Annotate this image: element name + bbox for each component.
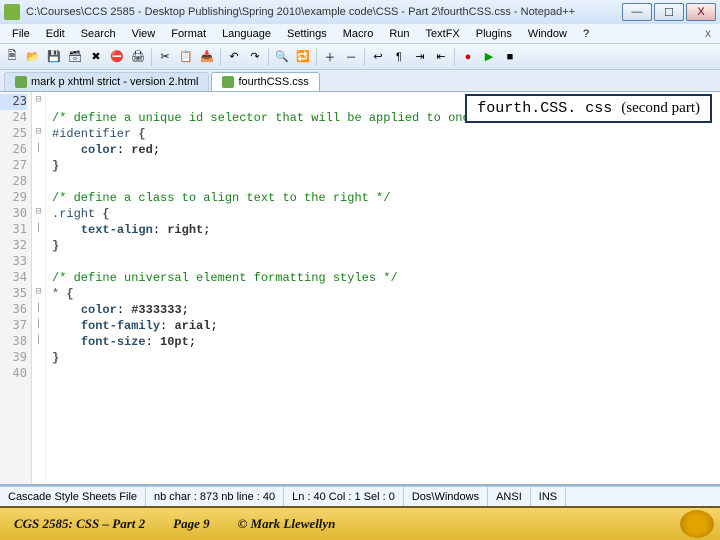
menu-help[interactable]: ? [575, 26, 597, 42]
file-icon [15, 76, 27, 88]
wrap-icon[interactable]: ↩ [368, 47, 388, 67]
saveall-icon[interactable]: 🗃 [65, 47, 85, 67]
paste-icon[interactable]: 📥 [197, 47, 217, 67]
save-icon[interactable]: 💾 [44, 47, 64, 67]
status-language: Cascade Style Sheets File [0, 487, 146, 506]
redo-icon[interactable]: ↷ [245, 47, 265, 67]
app-icon [4, 4, 20, 20]
menu-file[interactable]: File [4, 26, 38, 42]
macro-stop-icon[interactable]: ■ [500, 47, 520, 67]
code-area[interactable]: /* define a unique id selector that will… [46, 92, 699, 484]
menu-search[interactable]: Search [73, 26, 124, 42]
menu-bar: File Edit Search View Format Language Se… [0, 24, 720, 44]
outdent-icon[interactable]: ⇤ [431, 47, 451, 67]
toolbar: 🗎 📂 💾 🗃 ✖ ⛔ 🖨 ✂ 📋 📥 ↶ ↷ 🔍 🔁 ＋ － ↩ ¶ ⇥ ⇤ … [0, 44, 720, 70]
file-icon [222, 76, 234, 88]
indent-icon[interactable]: ⇥ [410, 47, 430, 67]
minimize-button[interactable]: — [622, 3, 652, 21]
ucf-logo-icon [680, 510, 714, 538]
cut-icon[interactable]: ✂ [155, 47, 175, 67]
undo-icon[interactable]: ↶ [224, 47, 244, 67]
invisible-icon[interactable]: ¶ [389, 47, 409, 67]
zoomout-icon[interactable]: － [341, 47, 361, 67]
copy-icon[interactable]: 📋 [176, 47, 196, 67]
find-icon[interactable]: 🔍 [272, 47, 292, 67]
status-chars: nb char : 873 nb line : 40 [146, 487, 284, 506]
macro-play-icon[interactable]: ▶ [479, 47, 499, 67]
slide-footer: CGS 2585: CSS – Part 2 Page 9 © Mark Lle… [0, 506, 720, 540]
menu-textfx[interactable]: TextFX [418, 26, 468, 42]
menu-run[interactable]: Run [381, 26, 417, 42]
new-icon[interactable]: 🗎 [2, 47, 22, 67]
zoomin-icon[interactable]: ＋ [320, 47, 340, 67]
menu-plugins[interactable]: Plugins [468, 26, 520, 42]
status-enc: ANSI [488, 487, 531, 506]
maximize-button[interactable]: ☐ [654, 3, 684, 21]
status-pos: Ln : 40 Col : 1 Sel : 0 [284, 487, 404, 506]
annotation-callout: fourth.CSS. css (second part) [465, 94, 712, 123]
menu-view[interactable]: View [124, 26, 164, 42]
menu-language[interactable]: Language [214, 26, 279, 42]
tab-inactive[interactable]: mark p xhtml strict - version 2.html [4, 72, 209, 91]
menu-close-icon[interactable]: x [700, 26, 716, 42]
closeall-icon[interactable]: ⛔ [107, 47, 127, 67]
close-button[interactable]: X [686, 3, 716, 21]
menu-format[interactable]: Format [163, 26, 214, 42]
status-eol: Dos\Windows [404, 487, 488, 506]
title-bar: C:\Courses\CCS 2585 - Desktop Publishing… [0, 0, 720, 24]
close-file-icon[interactable]: ✖ [86, 47, 106, 67]
print-icon[interactable]: 🖨 [128, 47, 148, 67]
macro-record-icon[interactable]: ● [458, 47, 478, 67]
tab-strip: mark p xhtml strict - version 2.html fou… [0, 70, 720, 92]
menu-edit[interactable]: Edit [38, 26, 73, 42]
replace-icon[interactable]: 🔁 [293, 47, 313, 67]
tab-active[interactable]: fourthCSS.css [211, 72, 319, 91]
line-gutter: 232425262728293031323334353637383940 [0, 92, 32, 484]
menu-macro[interactable]: Macro [335, 26, 382, 42]
menu-settings[interactable]: Settings [279, 26, 335, 42]
window-buttons: — ☐ X [622, 3, 716, 21]
status-bar: Cascade Style Sheets File nb char : 873 … [0, 486, 720, 506]
menu-window[interactable]: Window [520, 26, 575, 42]
fold-gutter[interactable]: ⊟⊟|⊟|⊟||| [32, 92, 46, 484]
status-ins: INS [531, 487, 566, 506]
footer-course: CGS 2585: CSS – Part 2 [0, 516, 159, 532]
open-icon[interactable]: 📂 [23, 47, 43, 67]
window-title: C:\Courses\CCS 2585 - Desktop Publishing… [26, 6, 622, 18]
footer-copyright: © Mark Llewellyn [224, 516, 350, 532]
footer-page: Page 9 [159, 516, 223, 532]
editor[interactable]: 232425262728293031323334353637383940 ⊟⊟|… [0, 92, 720, 486]
